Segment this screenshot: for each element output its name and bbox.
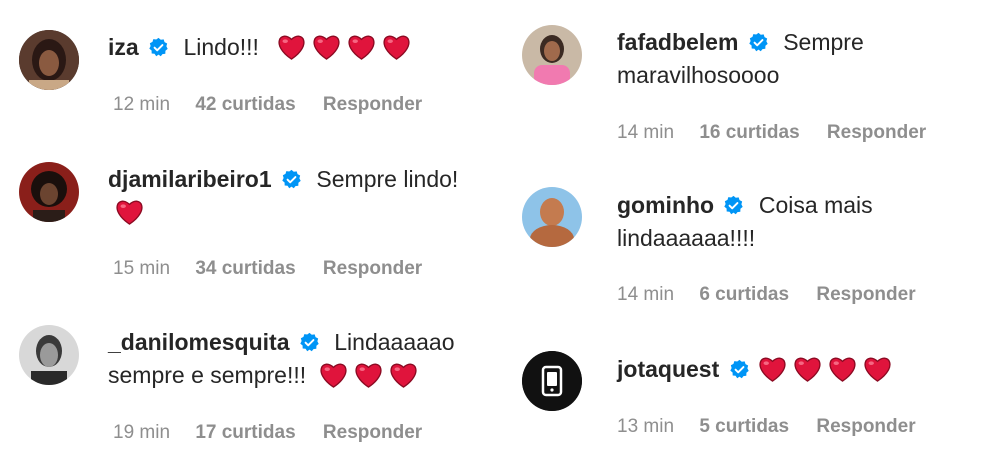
comment-likes-link[interactable]: 17 curtidas: [195, 422, 295, 443]
comment-username[interactable]: jotaquest: [617, 356, 719, 382]
comment-text: maravilhosoooo: [617, 62, 780, 88]
comment-time: 14 min: [617, 284, 675, 305]
avatar[interactable]: [522, 351, 582, 411]
red-heart-icon: [829, 357, 856, 382]
verified-badge-icon: [149, 37, 168, 57]
red-heart-icon: [313, 35, 340, 60]
reply-button[interactable]: Responder: [323, 258, 422, 279]
comment-time: 15 min: [113, 258, 171, 279]
avatar[interactable]: [522, 187, 582, 247]
avatar[interactable]: [19, 325, 79, 385]
red-heart-icon: [116, 200, 143, 225]
comment-likes-link[interactable]: 5 curtidas: [699, 416, 789, 437]
red-heart-icon: [864, 357, 891, 382]
avatar[interactable]: [522, 25, 582, 85]
comment-username[interactable]: iza: [108, 34, 139, 60]
profile-photo-icon: [19, 325, 79, 385]
avatar[interactable]: [19, 30, 79, 90]
red-heart-icon: [759, 357, 786, 382]
comment-text: Sempre: [783, 29, 864, 55]
comment-likes-link[interactable]: 34 curtidas: [195, 258, 295, 279]
avatar[interactable]: [19, 162, 79, 222]
verified-badge-icon: [300, 332, 319, 352]
comment-time: 12 min: [113, 94, 171, 115]
comment-username[interactable]: _danilomesquita: [108, 329, 289, 355]
red-heart-icon: [348, 35, 375, 60]
reply-button[interactable]: Responder: [816, 284, 915, 305]
red-heart-icon: [390, 363, 416, 388]
reply-button[interactable]: Responder: [827, 122, 926, 143]
verified-badge-icon: [282, 169, 301, 189]
red-heart-icon: [383, 35, 410, 60]
verified-badge-icon: [749, 32, 768, 52]
verified-badge-icon: [729, 359, 749, 379]
red-heart-icon: [278, 35, 305, 60]
phone-logo-icon: [522, 351, 582, 411]
comment-likes-link[interactable]: 6 curtidas: [699, 284, 789, 305]
red-heart-icon: [794, 357, 821, 382]
comment-time: 13 min: [617, 416, 675, 437]
comment-likes-link[interactable]: 42 curtidas: [195, 94, 295, 115]
profile-photo-icon: [19, 162, 79, 222]
comment-username[interactable]: fafadbelem: [617, 29, 738, 55]
comment-text: Lindaaaaao: [334, 329, 455, 355]
comment-text: sempre e sempre!!!: [108, 362, 307, 388]
comment-text: Coisa mais: [758, 192, 873, 218]
comment-time: 19 min: [113, 422, 171, 443]
reply-button[interactable]: Responder: [323, 422, 422, 443]
red-heart-icon: [355, 363, 381, 388]
comment-text: lindaaaaaa!!!!: [617, 225, 756, 251]
reply-button[interactable]: Responder: [323, 94, 422, 115]
comment-time: 14 min: [617, 122, 675, 143]
comment-username[interactable]: djamilaribeiro1: [108, 166, 272, 192]
profile-photo-icon: [522, 25, 582, 85]
comment-username[interactable]: gominho: [617, 192, 714, 218]
comment-text: Sempre lindo!: [316, 166, 459, 192]
red-heart-icon: [320, 363, 346, 388]
comment-likes-link[interactable]: 16 curtidas: [699, 122, 799, 143]
profile-photo-icon: [522, 187, 582, 247]
profile-photo-icon: [19, 30, 79, 90]
comment-text: Lindo!!!: [183, 34, 259, 60]
reply-button[interactable]: Responder: [816, 416, 915, 437]
verified-badge-icon: [724, 195, 744, 215]
